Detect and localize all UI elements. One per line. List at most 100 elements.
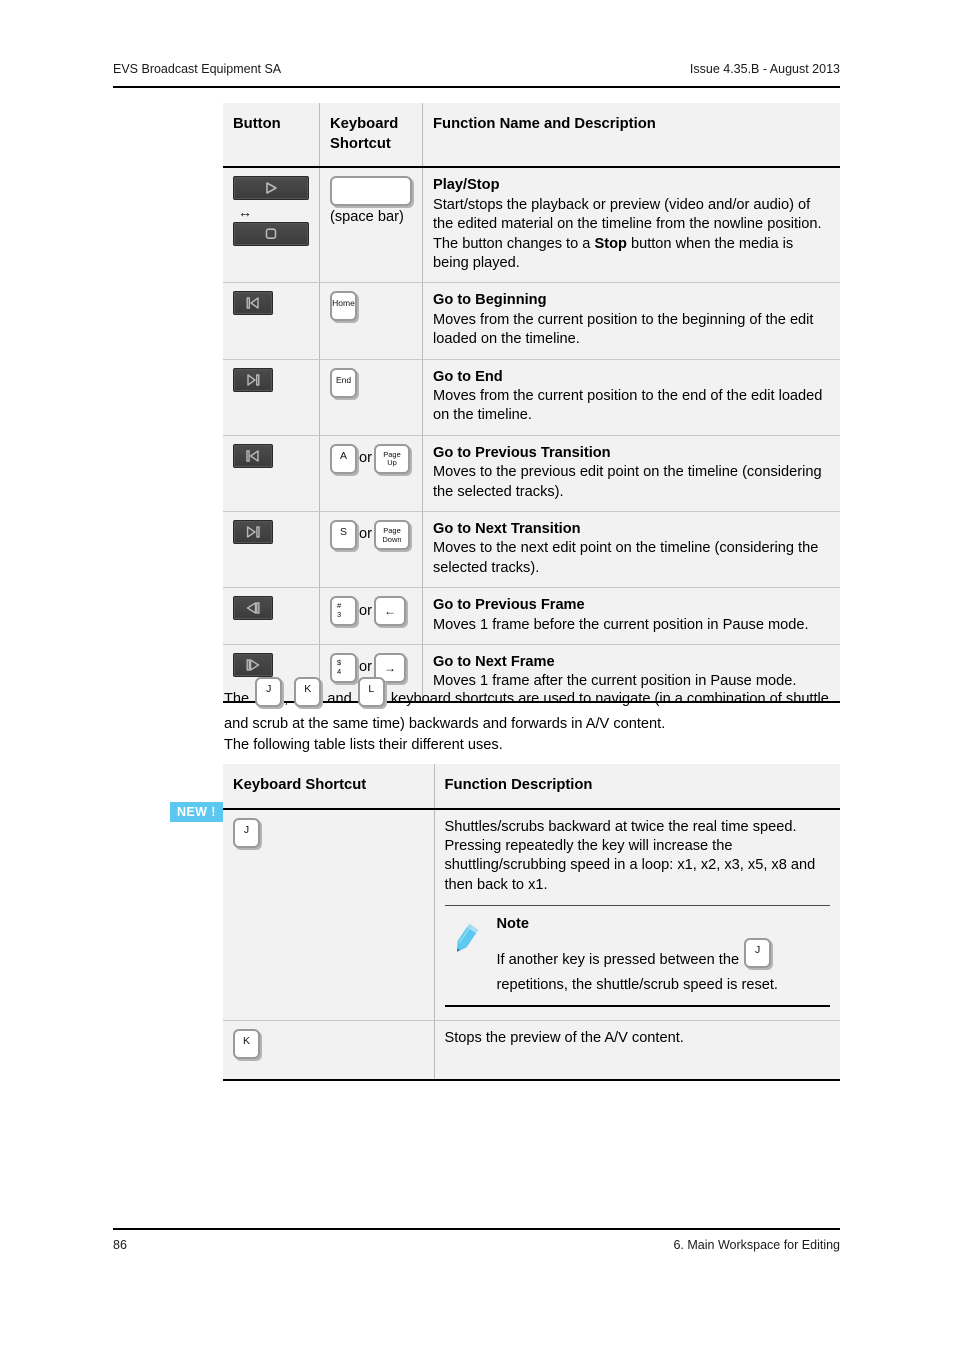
or-label: or	[359, 450, 372, 467]
function-cell: Play/Stop Start/stops the playback or pr…	[422, 167, 840, 284]
function-description: Moves 1 frame before the current positio…	[433, 616, 809, 633]
function-cell: Go to Beginning Moves from the current p…	[422, 282, 840, 360]
keycap-page-up[interactable]: Page Up	[373, 443, 410, 474]
table-row: K Stops the preview of the A/V content.	[223, 1020, 840, 1082]
keycap-a[interactable]: A	[330, 443, 357, 474]
new-badge: NEW !	[170, 802, 223, 823]
keycap-label: End	[335, 374, 352, 385]
page-number: 86	[113, 1238, 127, 1252]
description-cell: Shuttles/scrubs backward at twice the re…	[433, 808, 840, 1022]
function-title: Go to Beginning	[433, 292, 547, 309]
function-description-extra: The button changes to a Stop button when…	[433, 235, 830, 274]
note-box: Note If another key is pressed between t…	[444, 905, 830, 1008]
col-header-keyboard-line1: Keyboard	[330, 116, 399, 132]
keycap-label: J	[266, 683, 272, 695]
arrow-right-icon: →	[383, 661, 396, 676]
button-cell	[223, 282, 320, 360]
table-row: Sor Page Down Go to Next Transition Moves …	[223, 511, 840, 589]
col-header-keyboard-shortcut: Keyboard Shortcut	[223, 764, 434, 810]
go-to-previous-frame-icon[interactable]	[233, 596, 273, 621]
following-table-paragraph: The following table lists their differen…	[224, 737, 503, 753]
function-description: Stops the preview of the A/V content.	[444, 1030, 684, 1047]
table-row: End Go to End Moves from the current pos…	[223, 359, 840, 436]
header-rule	[113, 86, 840, 88]
or-label: or	[359, 526, 372, 543]
function-title: Go to End	[433, 368, 503, 385]
function-title: Go to Next Transition	[433, 521, 581, 538]
keycap-j-inline[interactable]: J	[255, 677, 283, 707]
keycap-label-bottom: 3	[337, 609, 342, 619]
running-footer: 86 6. Main Workspace for Editing	[113, 1238, 840, 1252]
go-to-previous-transition-icon[interactable]	[233, 443, 273, 468]
document-page: EVS Broadcast Equipment SA Issue 4.35.B …	[0, 0, 954, 1350]
keycap-label: K	[242, 1035, 250, 1048]
keycap-arrow-left[interactable]: ←	[373, 596, 406, 627]
table1-head: Button Keyboard Shortcut Function Name a…	[223, 103, 840, 169]
function-title: Go to Previous Transition	[433, 444, 611, 461]
function-title: Play/Stop	[433, 177, 500, 194]
header-company: EVS Broadcast Equipment SA	[113, 62, 282, 76]
keycap-label: J	[755, 943, 761, 956]
keycap-j-note[interactable]: J	[744, 937, 772, 968]
table1-body: ↔ (space bar) Play/Stop Start/stops the …	[223, 167, 840, 703]
keycap-j[interactable]: J	[233, 817, 260, 848]
function-cell: Go to Previous Transition Moves to the p…	[422, 435, 840, 513]
shortcut-cell: #3 or ←	[319, 587, 423, 646]
keycap-space[interactable]	[330, 176, 412, 207]
keycap-label: J	[243, 823, 250, 836]
function-cell: Go to Previous Frame Moves 1 frame befor…	[422, 587, 840, 646]
space-bar-label: (space bar)	[330, 209, 404, 226]
go-to-next-frame-icon[interactable]	[233, 653, 273, 678]
button-cell	[223, 511, 320, 589]
keycap-k-inline[interactable]: K	[294, 677, 322, 707]
description-cell: Stops the preview of the A/V content.	[433, 1020, 840, 1082]
jkl-shortcuts-table: Keyboard Shortcut Function Description J…	[223, 764, 840, 1082]
function-title: Go to Next Frame	[433, 654, 555, 671]
intro-comma: ,	[284, 690, 293, 707]
table2-header-row: Keyboard Shortcut Function Description	[223, 764, 840, 810]
keycap-end[interactable]: End	[330, 367, 357, 398]
function-cell: Go to End Moves from the current positio…	[422, 359, 840, 436]
function-description: Moves from the current position to the e…	[433, 388, 823, 424]
note-text-a: If another key is pressed between the	[496, 951, 744, 968]
table-row: Home Go to Beginning Moves from the curr…	[223, 282, 840, 360]
go-to-beginning-icon[interactable]	[233, 291, 273, 316]
keycap-label: A	[339, 449, 347, 462]
button-cell	[223, 435, 320, 513]
note-text-b: repetitions, the shuttle/scrub speed is …	[496, 976, 779, 993]
go-to-next-transition-icon[interactable]	[233, 520, 273, 545]
play-button-icon[interactable]	[233, 176, 309, 201]
note-title: Note	[496, 916, 529, 933]
footer-rule	[113, 1228, 840, 1230]
arrow-left-icon: ←	[383, 604, 396, 619]
col-header-keyboard-line2: Shortcut	[330, 135, 391, 152]
keycap-label-bottom: 4	[337, 666, 342, 676]
resize-arrows-icon: ↔	[238, 203, 252, 220]
function-title: Go to Previous Frame	[433, 597, 585, 614]
keycap-4[interactable]: $4	[330, 653, 357, 684]
stop-button-icon[interactable]	[233, 221, 309, 246]
function-description: Shuttles/scrubs backward at twice the re…	[444, 818, 816, 893]
keycap-s[interactable]: S	[330, 520, 357, 551]
keycap-home[interactable]: Home	[330, 291, 357, 322]
shortcut-cell: (space bar)	[319, 167, 423, 284]
keycap-3[interactable]: #3	[330, 596, 357, 627]
stop-emphasis: Stop	[594, 235, 627, 252]
function-cell: Go to Next Transition Moves to the next …	[422, 511, 840, 589]
keycap-page-down[interactable]: Page Down	[373, 520, 410, 551]
keycap-k[interactable]: K	[233, 1029, 260, 1060]
running-header: EVS Broadcast Equipment SA Issue 4.35.B …	[113, 62, 840, 76]
note-text: If another key is pressed between the J …	[496, 937, 779, 993]
table1-header-row: Button Keyboard Shortcut Function Name a…	[223, 103, 840, 169]
function-description: Moves from the current position to the b…	[433, 311, 814, 348]
intro-text-a: The	[224, 690, 254, 707]
shortcut-cell: Home	[319, 282, 423, 360]
keycap-l-inline[interactable]: L	[357, 677, 385, 707]
shortcut-cell: End	[319, 359, 423, 436]
function-description: Moves to the next edit point on the time…	[433, 540, 819, 576]
shortcut-cell: Sor Page Down	[319, 511, 423, 589]
header-issue: Issue 4.35.B - August 2013	[689, 62, 840, 76]
function-description: Moves to the previous edit point on the …	[433, 464, 822, 500]
go-to-end-icon[interactable]	[233, 367, 273, 392]
col-header-keyboard-shortcut: Keyboard Shortcut	[319, 103, 423, 169]
